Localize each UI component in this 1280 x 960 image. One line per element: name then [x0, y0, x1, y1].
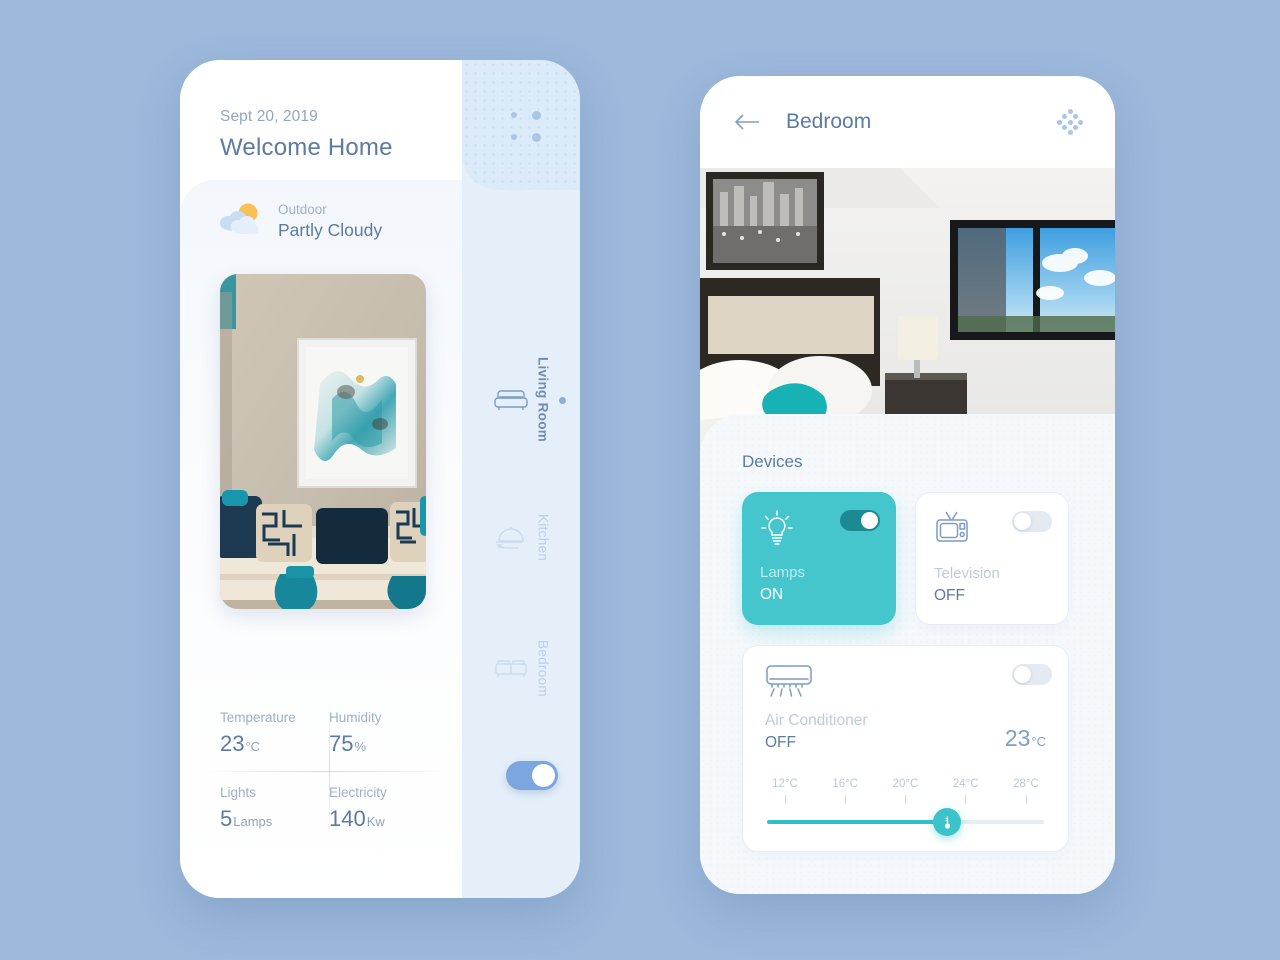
slider-tick: 16°C	[825, 778, 865, 804]
device-name: Television	[934, 565, 1000, 582]
slider-tick: 20°C	[886, 778, 926, 804]
bed-icon	[492, 651, 530, 685]
sidebar-item-label: Living Room	[535, 357, 551, 443]
stat-label: Lights	[220, 785, 257, 800]
sidebar-item-kitchen[interactable]: Kitchen	[462, 490, 580, 586]
device-toggle-television[interactable]	[1012, 511, 1052, 532]
stat-unit: %	[354, 739, 367, 754]
stat-label: Electricity	[329, 785, 387, 800]
current-date: Sept 20, 2019	[220, 108, 318, 125]
right-phone-frame: Bedroom Devices Lamps ON Television OFF …	[700, 76, 1115, 894]
room-sidebar: Living Room Kitchen Bedroom	[462, 60, 580, 898]
living-room-photo[interactable]	[220, 273, 426, 609]
device-toggle-lamps[interactable]	[840, 510, 880, 531]
slider-tick: 28°C	[1006, 778, 1046, 804]
sidebar-item-bedroom[interactable]: Bedroom	[462, 620, 580, 716]
stat-value: 23°C	[220, 731, 261, 756]
stat-label: Temperature	[220, 710, 296, 725]
partly-cloudy-icon	[220, 202, 266, 241]
device-card-row: Lamps ON Television OFF	[700, 472, 1115, 625]
ac-temperature-unit: °C	[1031, 734, 1046, 749]
ac-temperature-slider[interactable]: 12°C 16°C 20°C 24°C 28°C	[765, 778, 1046, 836]
diamond-dots-icon[interactable]	[1055, 107, 1085, 137]
devices-section-title: Devices	[742, 452, 803, 471]
weather-widget[interactable]: Outdoor Partly Cloudy	[180, 180, 462, 242]
device-name: Lamps	[760, 564, 806, 581]
sofa-icon	[492, 383, 530, 417]
stat-humidity: Humidity 75%	[329, 710, 438, 757]
sidebar-item-label: Bedroom	[535, 639, 551, 697]
tick-mark	[965, 795, 967, 804]
ac-temperature-value: 23°C	[1004, 725, 1046, 751]
home-body: Outdoor Partly Cloudy Temperature 23°C H…	[180, 180, 462, 898]
air-conditioner-icon	[765, 664, 1046, 704]
tick-mark	[844, 795, 846, 804]
room-header: Bedroom	[700, 76, 1115, 168]
tick-mark	[1025, 795, 1027, 804]
home-header: Sept 20, 2019 Welcome Home	[180, 60, 462, 180]
home-screen-main: Sept 20, 2019 Welcome Home Outdoor Partl…	[180, 60, 462, 898]
page-title: Bedroom	[786, 110, 872, 133]
slider-thumb[interactable]	[933, 808, 962, 836]
master-power-toggle[interactable]	[506, 761, 558, 790]
stat-value: 5Lamps	[220, 806, 273, 831]
device-state: OFF	[765, 734, 796, 751]
device-card-air-conditioner[interactable]: Air Conditioner OFF 23°C 12°C 16°C 20°C …	[742, 645, 1069, 852]
devices-panel: Devices Lamps ON Television OFF Air Cond…	[700, 414, 1115, 894]
slider-track[interactable]	[767, 808, 1044, 836]
grid-dots-icon[interactable]	[509, 110, 542, 143]
device-card-lamps[interactable]: Lamps ON	[742, 492, 896, 625]
device-card-television[interactable]: Television OFF	[915, 492, 1069, 625]
stat-label: Humidity	[329, 710, 382, 725]
sidebar-item-living-room[interactable]: Living Room	[462, 352, 580, 448]
home-stats: Temperature 23°C Humidity 75% Lights 5La…	[206, 704, 448, 836]
slider-track-fill	[767, 820, 948, 824]
stat-unit: Lamps	[233, 814, 273, 829]
weather-condition: Partly Cloudy	[278, 219, 383, 240]
cloche-icon	[492, 521, 530, 555]
sidebar-top-panel	[462, 60, 580, 190]
weather-location: Outdoor	[278, 202, 327, 217]
left-phone-frame: Sept 20, 2019 Welcome Home Outdoor Partl…	[180, 60, 580, 898]
back-arrow-icon[interactable]	[730, 105, 764, 139]
stat-temperature: Temperature 23°C	[220, 710, 329, 757]
slider-tick: 24°C	[946, 778, 986, 804]
stat-value: 140Kw	[329, 806, 385, 831]
device-state: ON	[760, 586, 784, 603]
active-room-indicator	[559, 396, 566, 404]
stat-unit: Kw	[366, 814, 385, 829]
device-state: OFF	[934, 587, 965, 604]
stat-value: 75%	[329, 731, 367, 756]
stat-unit: °C	[245, 739, 261, 754]
sidebar-item-label: Kitchen	[535, 514, 551, 562]
device-name: Air Conditioner	[765, 712, 868, 729]
device-toggle-air-conditioner[interactable]	[1012, 664, 1052, 685]
slider-tick-labels: 12°C 16°C 20°C 24°C 28°C	[765, 778, 1046, 804]
stat-lights: Lights 5Lamps	[220, 785, 329, 832]
tick-mark	[905, 795, 906, 804]
page-title: Welcome Home	[220, 134, 393, 161]
tick-mark	[784, 795, 786, 804]
slider-tick: 12°C	[765, 778, 805, 804]
stat-electricity: Electricity 140Kw	[329, 785, 438, 832]
